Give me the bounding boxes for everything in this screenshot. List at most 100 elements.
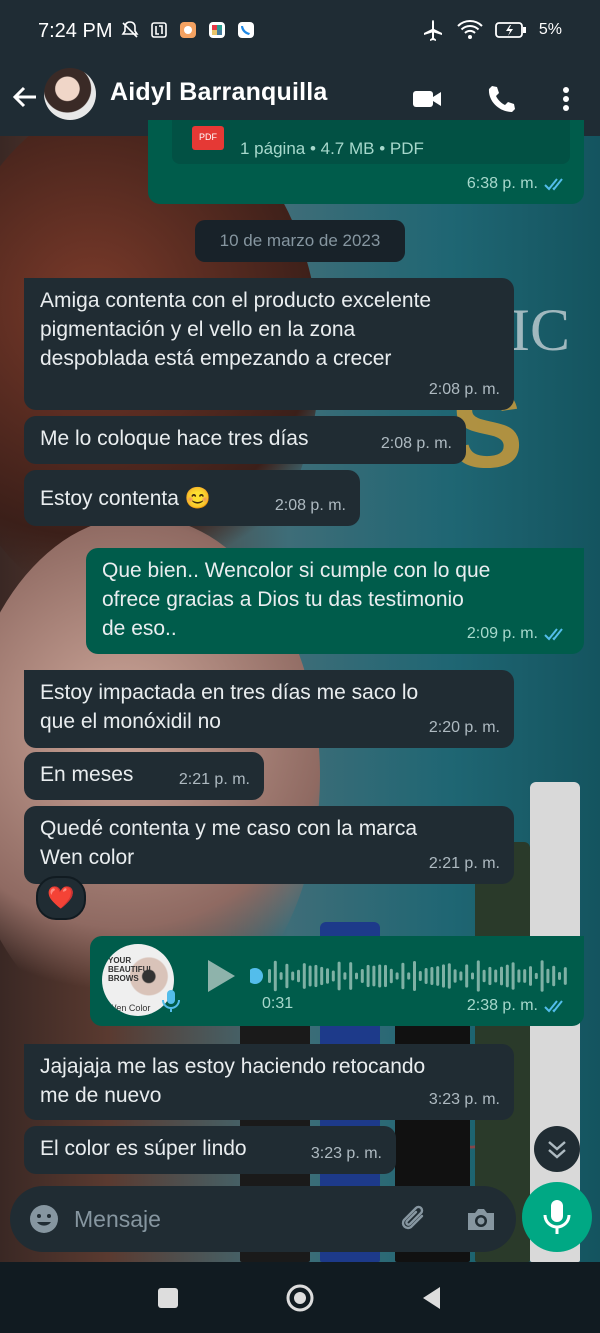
notification-icons: [120, 20, 256, 40]
incoming-message[interactable]: Amiga contenta con el producto excelente…: [24, 278, 514, 410]
message-time: 3:23 p. m.: [310, 1145, 382, 1162]
waveform-bar: [552, 965, 556, 987]
pdf-preview-card[interactable]: PDF 1 página • 4.7 MB • PDF: [172, 120, 570, 164]
read-ticks-icon: [544, 627, 563, 640]
voice-duration: 0:31: [262, 995, 294, 1012]
message-time: 6:38 p. m.: [466, 175, 538, 192]
waveform-bar: [546, 968, 550, 984]
message-input[interactable]: [74, 1203, 374, 1235]
waveform-bar: [424, 968, 428, 984]
message-time: 2:38 p. m.: [466, 997, 538, 1014]
message-time: 2:21 p. m.: [178, 771, 250, 788]
heart-reaction[interactable]: ❤️: [36, 876, 86, 920]
scroll-to-bottom-button[interactable]: [534, 1126, 580, 1172]
battery-saver-icon: [494, 22, 526, 38]
waveform-bar: [366, 964, 370, 988]
waveform-bar: [459, 971, 463, 981]
incoming-message[interactable]: Estoy impactada en tres días me saco lo …: [24, 670, 514, 748]
system-status-icons: 5%: [421, 18, 562, 42]
read-ticks-icon: [544, 177, 563, 190]
voice-message[interactable]: YOUR BEAUTIFUL BROWS Wen Color 0:31 2:38 p…: [90, 936, 584, 1026]
waveform-bar: [442, 964, 445, 988]
waveform-bar: [326, 968, 329, 984]
waveform-bar: [482, 969, 486, 983]
battery-percent: 5%: [538, 21, 562, 38]
contact-avatar[interactable]: [44, 68, 96, 120]
message-text-line: Quedé contenta y me caso con la marca: [40, 817, 418, 840]
message-meta: 2:08 p. m.: [381, 429, 452, 458]
waveform-bar: [279, 972, 283, 980]
waveform-bar: [343, 972, 347, 980]
waveform-bar: [563, 967, 567, 985]
message-text-line: Jajajaja me las estoy haciendo retocando: [40, 1055, 426, 1078]
message-time: 2:21 p. m.: [428, 855, 500, 872]
avatar-caption: YOUR BEAUTIFUL BROWS: [108, 956, 154, 983]
waveform-bar: [285, 963, 289, 989]
pdf-message[interactable]: PDF 1 página • 4.7 MB • PDF 6:38 p. m.: [148, 120, 584, 204]
outgoing-message[interactable]: Que bien.. Wencolor si cumple con lo que…: [86, 548, 584, 654]
waveform-bar: [384, 964, 387, 988]
more-options-icon[interactable]: [549, 82, 583, 116]
message-time: 2:08 p. m.: [380, 435, 452, 452]
recents-square-icon[interactable]: [152, 1282, 184, 1314]
waveform-bar: [268, 969, 271, 983]
app-notification-icon: [209, 22, 225, 38]
waveform-bar: [273, 960, 277, 992]
incoming-message[interactable]: Me lo coloque hace tres días 2:08 p. m.: [24, 416, 466, 464]
message-time: 2:09 p. m.: [466, 625, 538, 642]
waveform-bar: [297, 969, 300, 983]
waveform-bar: [418, 970, 422, 982]
waveform-bar: [331, 970, 335, 982]
waveform-bar: [523, 969, 527, 983]
contact-name[interactable]: Aidyl Barranquilla: [110, 78, 328, 107]
message-meta: 2:21 p. m.: [179, 765, 250, 794]
home-circle-icon[interactable]: [284, 1282, 316, 1314]
waveform-bar: [355, 972, 358, 980]
incoming-message[interactable]: Estoy contenta 😊 2:08 p. m.: [24, 470, 360, 526]
waveform-bar: [447, 963, 451, 989]
waveform-bar: [378, 964, 382, 988]
waveform-bar: [291, 971, 295, 981]
voice-call-icon[interactable]: [484, 82, 518, 116]
avatar-caption: Wen Color: [108, 1003, 151, 1013]
waveform-bar: [320, 966, 324, 986]
message-meta: 2:20 p. m.: [429, 713, 500, 742]
incoming-message[interactable]: Jajajaja me las estoy haciendo retocando…: [24, 1044, 514, 1120]
incoming-message[interactable]: El color es súper lindo 3:23 p. m.: [24, 1126, 396, 1174]
back-triangle-icon[interactable]: [416, 1282, 448, 1314]
message-time: 3:23 p. m.: [428, 1091, 500, 1108]
waveform-bar: [436, 966, 440, 986]
app-notification-icon: [180, 22, 196, 38]
camera-icon[interactable]: [464, 1202, 498, 1236]
message-text-line: Amiga contenta con el producto excelente: [40, 289, 432, 312]
incoming-message[interactable]: Quedé contenta y me caso con la marca We…: [24, 806, 514, 884]
emoji-icon[interactable]: [28, 1203, 60, 1235]
waveform-bar: [407, 972, 411, 980]
waveform-bar: [401, 962, 405, 990]
video-call-icon[interactable]: [410, 82, 444, 116]
waveform-bar: [558, 972, 561, 980]
waveform-bar: [349, 962, 353, 990]
date-separator: 10 de marzo de 2023: [195, 220, 405, 262]
wifi-icon: [457, 20, 483, 39]
waveform-bar: [360, 969, 364, 983]
svg-text:PDF: PDF: [199, 132, 218, 142]
status-bar: 7:24 PM 5%: [0, 0, 600, 64]
waveform-bar: [529, 966, 532, 986]
message-composer: [10, 1186, 516, 1252]
incoming-message[interactable]: En meses 2:21 p. m.: [24, 752, 264, 800]
back-arrow-icon[interactable]: [10, 82, 40, 112]
waveform-bar: [430, 967, 434, 985]
waveform-bar: [471, 972, 474, 980]
waveform-bar: [308, 965, 312, 987]
message-time: 2:20 p. m.: [428, 719, 500, 736]
audio-waveform[interactable]: [250, 956, 570, 996]
message-meta: 2:08 p. m.: [275, 491, 346, 520]
waveform-bar: [476, 960, 480, 992]
play-icon[interactable]: [205, 958, 237, 994]
waveform-bar: [465, 964, 469, 988]
attach-icon[interactable]: [398, 1202, 432, 1236]
double-chevron-down-icon: [548, 1141, 566, 1159]
voice-record-button[interactable]: [522, 1182, 592, 1252]
waveform-bar: [389, 968, 393, 984]
